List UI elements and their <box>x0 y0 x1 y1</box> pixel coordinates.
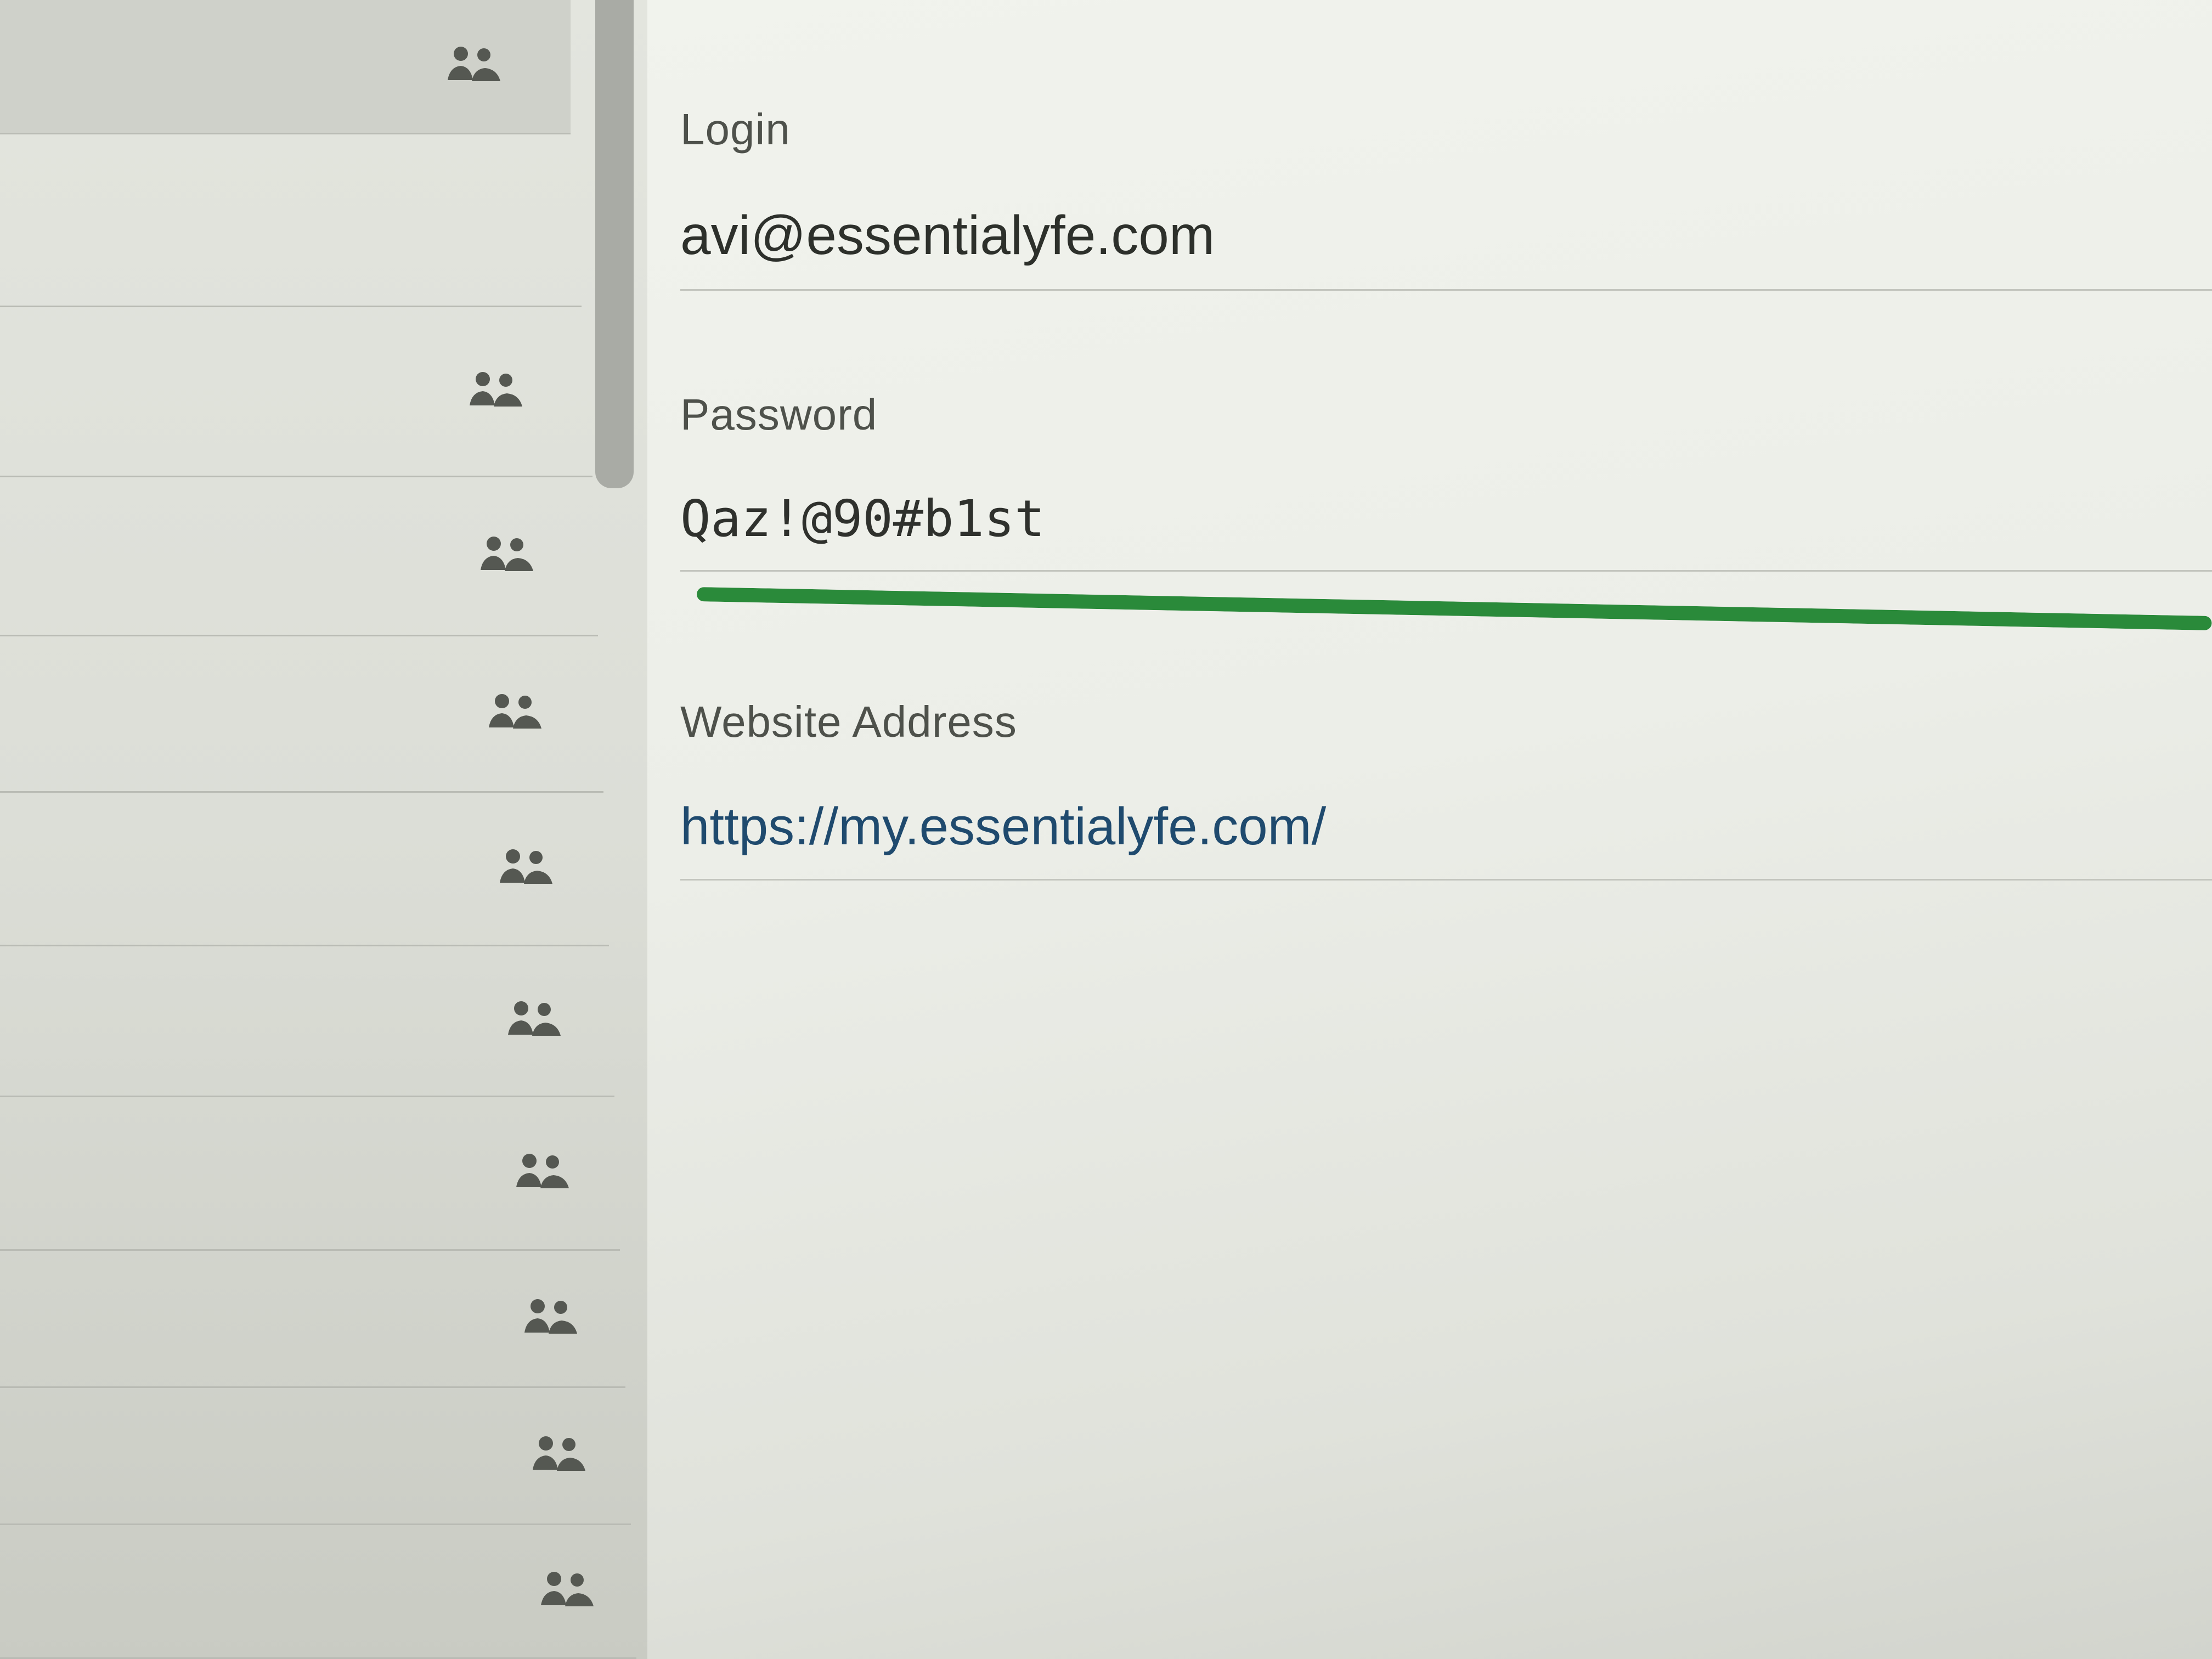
users-icon <box>538 1567 598 1616</box>
login-value[interactable]: avi@essentialyfe.com <box>680 204 2212 267</box>
users-icon <box>513 1149 573 1198</box>
login-label: Login <box>680 105 791 154</box>
shared-items-list <box>0 0 648 1659</box>
list-item[interactable] <box>0 1251 625 1388</box>
list-item[interactable] <box>0 946 614 1097</box>
list-item[interactable] <box>0 1388 631 1525</box>
users-icon <box>477 532 538 581</box>
users-icon <box>505 996 565 1046</box>
users-icon <box>521 1294 582 1344</box>
users-icon <box>486 689 546 738</box>
users-icon <box>529 1431 590 1481</box>
website-link[interactable]: https://my.essentialyfe.com/ <box>680 797 2212 857</box>
list-item[interactable] <box>0 0 571 134</box>
users-icon <box>444 42 505 91</box>
users-icon <box>466 367 527 416</box>
website-label: Website Address <box>680 697 1017 746</box>
list-item[interactable] <box>0 132 582 307</box>
item-detail-panel: Login avi@essentialyfe.com Password Qaz!… <box>647 0 2212 1659</box>
users-icon <box>496 844 557 894</box>
login-divider <box>680 289 2212 291</box>
list-item[interactable] <box>0 1525 636 1659</box>
login-field[interactable]: Login avi@essentialyfe.com <box>680 104 2212 291</box>
list-item[interactable] <box>0 477 598 636</box>
password-label: Password <box>680 390 878 439</box>
list-item[interactable] <box>0 307 592 477</box>
password-value[interactable]: Qaz!@90#b1st <box>680 489 2212 548</box>
list-item[interactable] <box>0 793 609 946</box>
password-strength-fill <box>696 587 2212 631</box>
password-strength-meter <box>696 587 2212 631</box>
app-window: Login avi@essentialyfe.com Password Qaz!… <box>0 0 2212 1659</box>
list-item[interactable] <box>0 1097 620 1251</box>
list-scrollbar[interactable] <box>595 0 634 488</box>
website-field[interactable]: Website Address https://my.essentialyfe.… <box>680 697 2212 881</box>
list-item[interactable] <box>0 636 603 793</box>
password-divider <box>680 570 2212 572</box>
website-divider <box>680 879 2212 881</box>
password-field[interactable]: Password Qaz!@90#b1st <box>680 390 2212 572</box>
